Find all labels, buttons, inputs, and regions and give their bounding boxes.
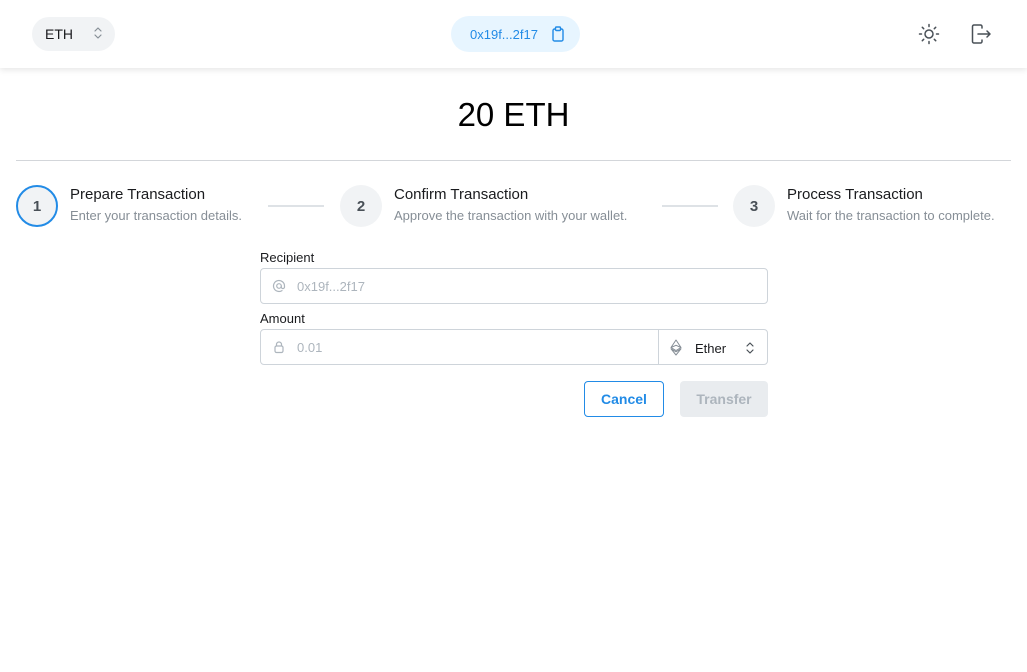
amount-placeholder: 0.01 [297, 340, 323, 355]
step-2-title: Confirm Transaction [394, 186, 529, 203]
step-1-indicator: 1 [16, 185, 58, 227]
balance-display: 20 ETH [457, 96, 570, 133]
sun-icon [918, 23, 940, 45]
step-2-indicator: 2 [340, 185, 382, 227]
step-1-description: Enter your transaction details. [70, 208, 242, 223]
unit-select[interactable]: Ether [658, 329, 768, 365]
transfer-button[interactable]: Transfer [680, 381, 768, 417]
ethereum-icon [670, 339, 682, 356]
step-connector [662, 205, 718, 207]
cancel-button[interactable]: Cancel [584, 381, 664, 417]
step-3-title: Process Transaction [787, 186, 923, 203]
recipient-input[interactable]: 0x19f...2f17 [260, 268, 768, 304]
recipient-placeholder: 0x19f...2f17 [297, 279, 365, 294]
step-3-indicator: 3 [733, 185, 775, 227]
amount-label: Amount [260, 311, 305, 326]
network-select[interactable]: ETH [32, 17, 115, 51]
chevron-up-down-icon [94, 27, 102, 39]
step-connector [268, 205, 324, 207]
recipient-label: Recipient [260, 250, 315, 265]
theme-toggle-button[interactable] [915, 20, 943, 48]
top-bar: ETH 0x19f...2f17 [0, 0, 1027, 68]
step-3-description: Wait for the transaction to complete. [787, 208, 995, 223]
unit-select-value: Ether [695, 341, 727, 356]
amount-input[interactable]: 0.01 [260, 329, 659, 365]
lock-icon [274, 341, 284, 354]
logout-icon [971, 24, 991, 44]
step-2-description: Approve the transaction with your wallet… [394, 208, 628, 223]
network-select-value: ETH [45, 26, 73, 42]
chevron-up-down-icon [746, 342, 754, 354]
at-sign-icon [272, 279, 286, 293]
clipboard-icon [552, 26, 564, 42]
wallet-address: 0x19f...2f17 [470, 26, 538, 42]
step-1-title: Prepare Transaction [70, 186, 206, 203]
wallet-address-button[interactable]: 0x19f...2f17 [451, 16, 580, 52]
divider [16, 160, 1011, 161]
logout-button[interactable] [967, 20, 995, 48]
